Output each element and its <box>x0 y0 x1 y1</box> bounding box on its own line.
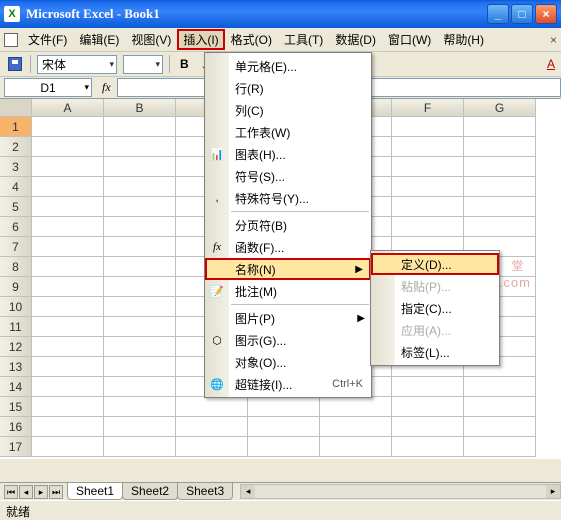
row-header[interactable]: 7 <box>0 237 32 257</box>
menu-item-rows[interactable]: 行(R) <box>205 77 371 99</box>
title-bar: X Microsoft Excel - Book1 _ □ × <box>0 0 561 28</box>
menu-insert[interactable]: 插入(I) <box>177 29 224 50</box>
col-header[interactable]: G <box>464 99 536 117</box>
comma-icon: , <box>209 190 225 206</box>
menu-item-pagebreak[interactable]: 分页符(B) <box>205 214 371 236</box>
menu-item-comment[interactable]: 📝批注(M) <box>205 280 371 302</box>
menu-item-worksheet[interactable]: 工作表(W) <box>205 121 371 143</box>
row-header[interactable]: 15 <box>0 397 32 417</box>
row-header[interactable]: 12 <box>0 337 32 357</box>
minimize-button[interactable]: _ <box>487 4 509 24</box>
row-header[interactable]: 1 <box>0 117 32 137</box>
comment-icon: 📝 <box>209 283 225 299</box>
sheet-tab-3[interactable]: Sheet3 <box>177 483 233 500</box>
menu-item-function[interactable]: fx函数(F)... <box>205 236 371 258</box>
menu-format[interactable]: 格式(O) <box>225 29 278 50</box>
window-title: Microsoft Excel - Book1 <box>26 6 487 22</box>
row-header[interactable]: 13 <box>0 357 32 377</box>
submenu-arrow-icon: ▶ <box>357 313 365 324</box>
menu-item-special-symbol[interactable]: ,特殊符号(Y)... <box>205 187 371 209</box>
menu-item-symbol[interactable]: 符号(S)... <box>205 165 371 187</box>
row-header[interactable]: 14 <box>0 377 32 397</box>
horizontal-scrollbar[interactable] <box>240 484 561 499</box>
row-header[interactable]: 11 <box>0 317 32 337</box>
close-button[interactable]: × <box>535 4 557 24</box>
menu-item-name[interactable]: 名称(N)▶ <box>205 258 371 280</box>
submenu-item-paste[interactable]: 粘贴(P)... <box>371 275 499 297</box>
menu-file[interactable]: 文件(F) <box>22 29 73 50</box>
menu-window[interactable]: 窗口(W) <box>382 29 437 50</box>
row-header[interactable]: 9 <box>0 277 32 297</box>
submenu-item-define[interactable]: 定义(D)... <box>371 253 499 275</box>
status-text: 就绪 <box>6 505 30 519</box>
excel-icon: X <box>4 6 20 22</box>
menu-item-cells[interactable]: 单元格(E)... <box>205 55 371 77</box>
select-all-corner[interactable] <box>0 99 32 117</box>
tab-nav[interactable]: ⏮◂▸⏭ <box>0 485 67 499</box>
font-size-selector[interactable] <box>123 55 163 74</box>
sheet-tab-1[interactable]: Sheet1 <box>67 483 123 500</box>
row-header[interactable]: 17 <box>0 437 32 457</box>
row-header[interactable]: 4 <box>0 177 32 197</box>
menu-item-picture[interactable]: 图片(P)▶ <box>205 307 371 329</box>
diagram-icon: ⬡ <box>209 332 225 348</box>
row-header[interactable]: 6 <box>0 217 32 237</box>
row-header[interactable]: 5 <box>0 197 32 217</box>
row-header[interactable]: 16 <box>0 417 32 437</box>
menu-item-object[interactable]: 对象(O)... <box>205 351 371 373</box>
maximize-button[interactable]: □ <box>511 4 533 24</box>
name-box[interactable]: D1 <box>4 78 92 97</box>
font-color-button[interactable]: A <box>547 57 555 71</box>
menu-data[interactable]: 数据(D) <box>329 29 382 50</box>
menu-item-chart[interactable]: 📊图表(H)... <box>205 143 371 165</box>
insert-menu-dropdown: 单元格(E)... 行(R) 列(C) 工作表(W) 📊图表(H)... 符号(… <box>204 52 372 398</box>
row-headers[interactable]: 1 2 3 4 5 6 7 8 9 10 11 12 13 14 15 16 1… <box>0 117 32 457</box>
menu-view[interactable]: 视图(V) <box>125 29 177 50</box>
row-header[interactable]: 8 <box>0 257 32 277</box>
bold-button[interactable]: B <box>176 57 193 71</box>
col-header[interactable]: F <box>392 99 464 117</box>
menu-item-diagram[interactable]: ⬡图示(G)... <box>205 329 371 351</box>
row-header[interactable]: 10 <box>0 297 32 317</box>
submenu-item-label[interactable]: 标签(L)... <box>371 341 499 363</box>
name-submenu: 定义(D)... 粘贴(P)... 指定(C)... 应用(A)... 标签(L… <box>370 250 500 366</box>
help-icon[interactable]: × <box>550 33 557 47</box>
hyperlink-icon: 🌐 <box>209 376 225 392</box>
status-bar: 就绪 <box>0 500 561 520</box>
menu-bar: 文件(F) 编辑(E) 视图(V) 插入(I) 格式(O) 工具(T) 数据(D… <box>0 28 561 52</box>
menu-item-columns[interactable]: 列(C) <box>205 99 371 121</box>
fx-icon: fx <box>209 239 225 255</box>
col-header[interactable]: B <box>104 99 176 117</box>
menu-edit[interactable]: 编辑(E) <box>73 29 125 50</box>
col-header[interactable]: A <box>32 99 104 117</box>
fx-icon[interactable]: fx <box>96 80 117 95</box>
row-header[interactable]: 2 <box>0 137 32 157</box>
submenu-arrow-icon: ▶ <box>355 264 363 275</box>
menu-tools[interactable]: 工具(T) <box>278 29 329 50</box>
sheet-tab-2[interactable]: Sheet2 <box>122 483 178 500</box>
menu-item-hyperlink[interactable]: 🌐超链接(I)...Ctrl+K <box>205 373 371 395</box>
submenu-item-apply[interactable]: 应用(A)... <box>371 319 499 341</box>
font-selector[interactable]: 宋体 <box>37 55 117 74</box>
menu-help[interactable]: 帮助(H) <box>437 29 490 50</box>
document-icon[interactable] <box>4 33 18 47</box>
sheet-tab-bar: ⏮◂▸⏭ Sheet1 Sheet2 Sheet3 <box>0 482 561 500</box>
row-header[interactable]: 3 <box>0 157 32 177</box>
chart-icon: 📊 <box>209 146 225 162</box>
save-button[interactable] <box>6 55 24 73</box>
submenu-item-create[interactable]: 指定(C)... <box>371 297 499 319</box>
